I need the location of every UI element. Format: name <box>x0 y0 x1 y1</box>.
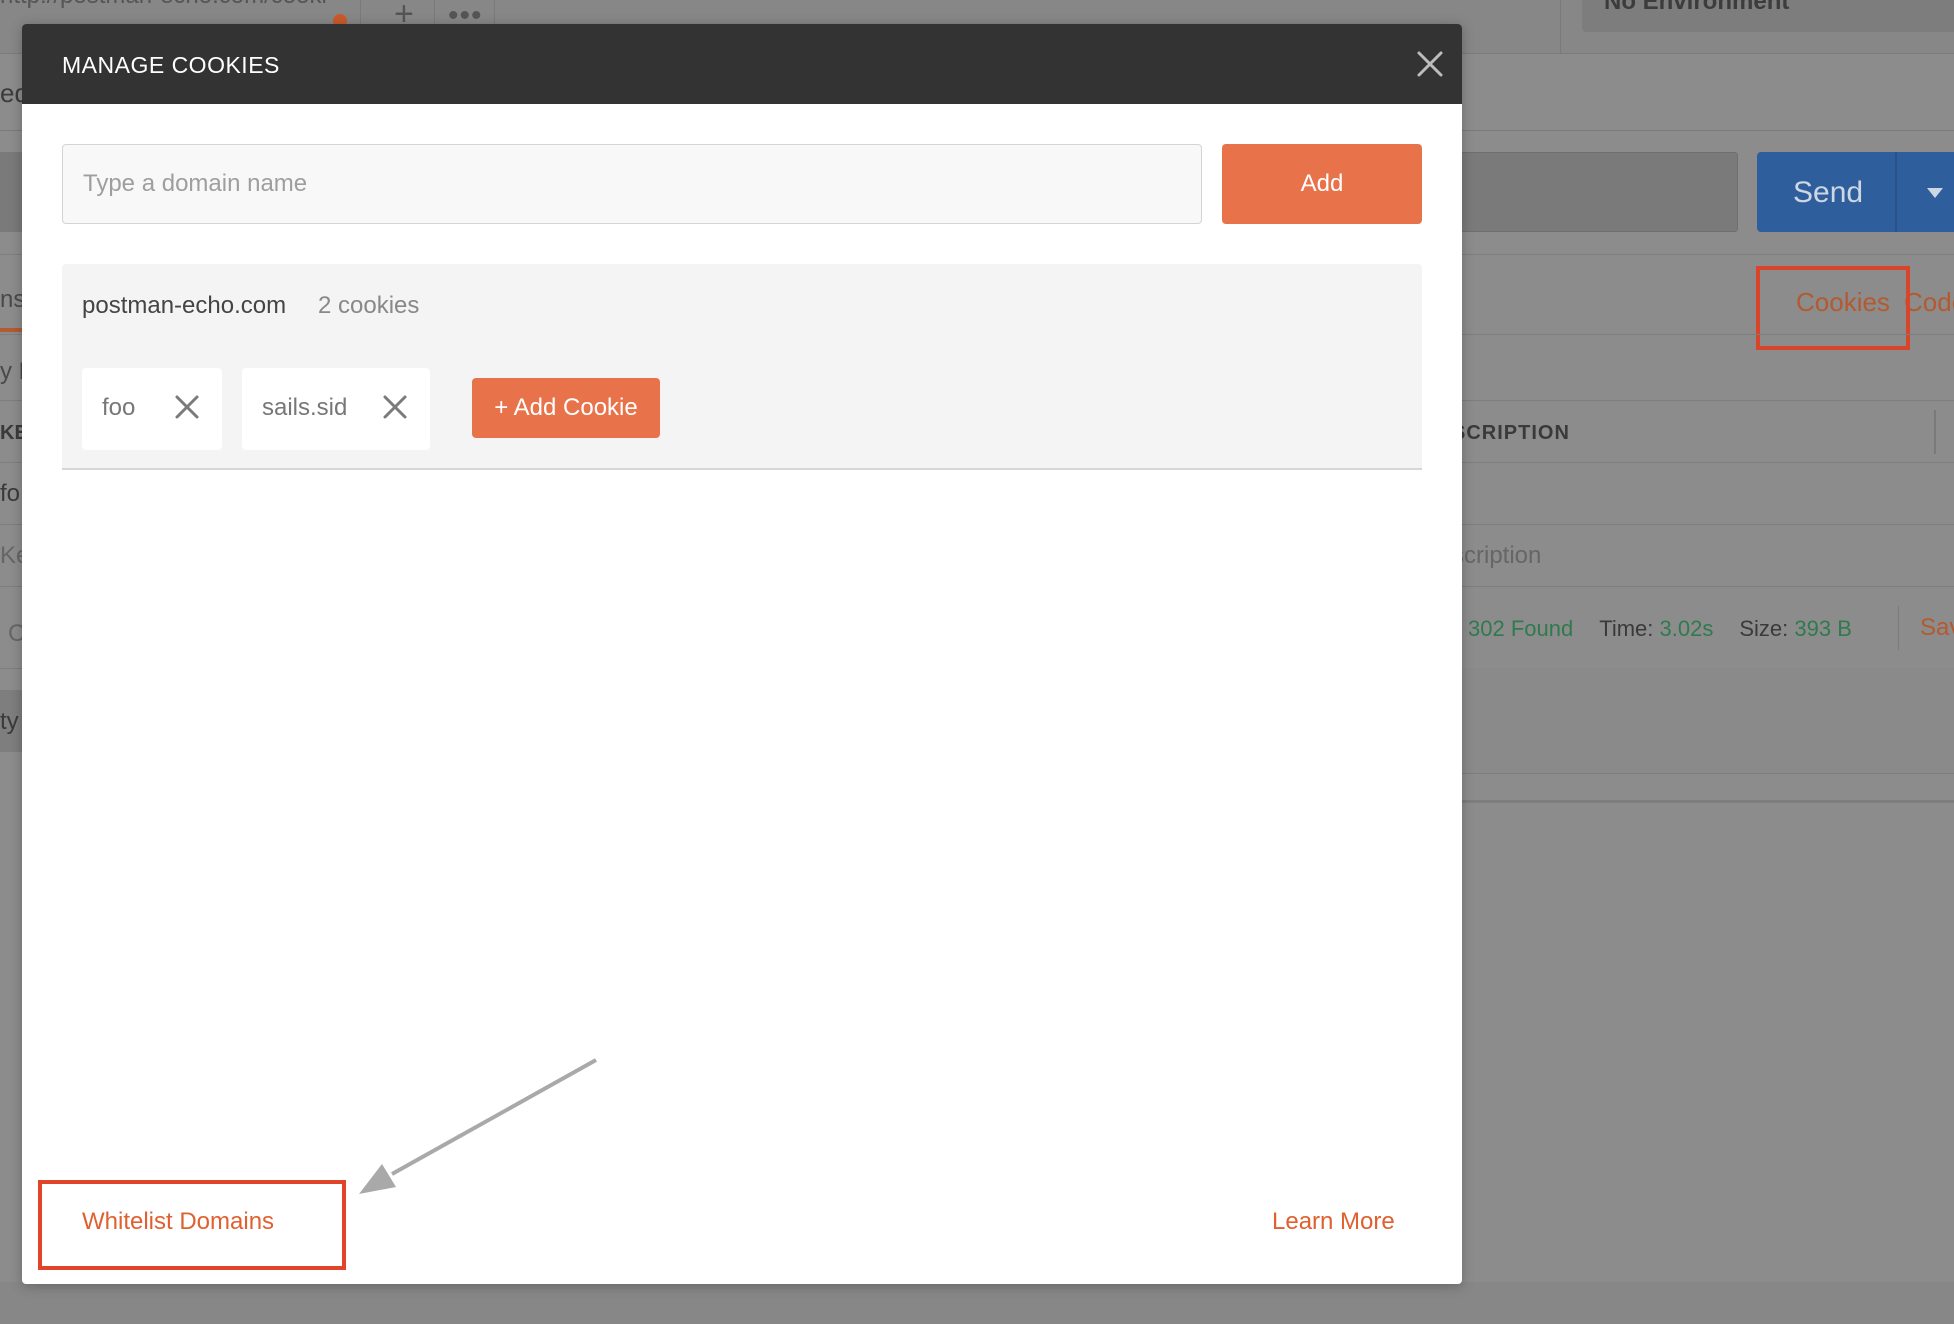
modal-header: MANAGE COOKIES <box>22 24 1462 104</box>
active-tab-indicator <box>0 328 22 332</box>
code-link: Code <box>1904 287 1954 317</box>
response-status-bar: 302 Found Time: 3.02s Size: 393 B <box>1468 616 1852 642</box>
add-cookie-button[interactable]: + Add Cookie <box>472 378 660 438</box>
background-request-tab: http://postman-echo.com/cooki <box>0 0 327 10</box>
domain-name-input[interactable] <box>62 144 1202 224</box>
tab-divider <box>1560 0 1561 54</box>
cookie-name: foo <box>102 394 136 421</box>
learn-more-link[interactable]: Learn More <box>1272 1208 1395 1236</box>
divider <box>1898 606 1899 650</box>
add-domain-button[interactable]: Add <box>1222 144 1422 224</box>
send-button-label: Send <box>1793 176 1864 209</box>
column-divider <box>1934 410 1936 454</box>
size-value: 393 B <box>1794 616 1852 641</box>
background-footer <box>0 1282 1954 1324</box>
save-response-link: Sav <box>1920 614 1954 641</box>
delete-cookie-icon[interactable] <box>378 390 412 424</box>
new-tab-icon: + <box>394 0 414 33</box>
close-icon[interactable] <box>1406 40 1454 88</box>
description-placeholder: scription <box>1452 542 1542 569</box>
send-button-divider <box>1895 152 1897 232</box>
time-label: Time: <box>1599 616 1654 641</box>
manage-cookies-modal: MANAGE COOKIES Add postman-echo.com 2 co… <box>22 24 1462 1284</box>
background-fragment: ty <box>0 708 19 735</box>
cookie-chip-sails-sid[interactable]: sails.sid <box>242 368 430 450</box>
delete-cookie-icon[interactable] <box>170 390 204 424</box>
cookie-count: 2 cookies <box>318 292 420 319</box>
caret-down-icon <box>1927 188 1943 198</box>
status-code: 302 Found <box>1468 616 1574 641</box>
domain-card: postman-echo.com 2 cookies foo sails.sid… <box>62 264 1422 470</box>
response-panel <box>1462 668 1954 774</box>
modal-title: MANAGE COOKIES <box>62 52 280 78</box>
domain-name: postman-echo.com <box>82 292 287 319</box>
whitelist-domains-link[interactable]: Whitelist Domains <box>82 1208 274 1236</box>
description-column-header: SCRIPTION <box>1452 422 1570 444</box>
key-cell: fo <box>0 480 21 507</box>
cookie-chip-foo[interactable]: foo <box>82 368 222 450</box>
cookies-highlight-box <box>1756 266 1910 350</box>
divider <box>1462 800 1954 803</box>
cookie-name: sails.sid <box>262 394 348 421</box>
environment-select: No Environment <box>1582 0 1954 32</box>
size-label: Size: <box>1739 616 1789 641</box>
time-value: 3.02s <box>1659 616 1714 641</box>
send-button: Send <box>1757 152 1954 232</box>
